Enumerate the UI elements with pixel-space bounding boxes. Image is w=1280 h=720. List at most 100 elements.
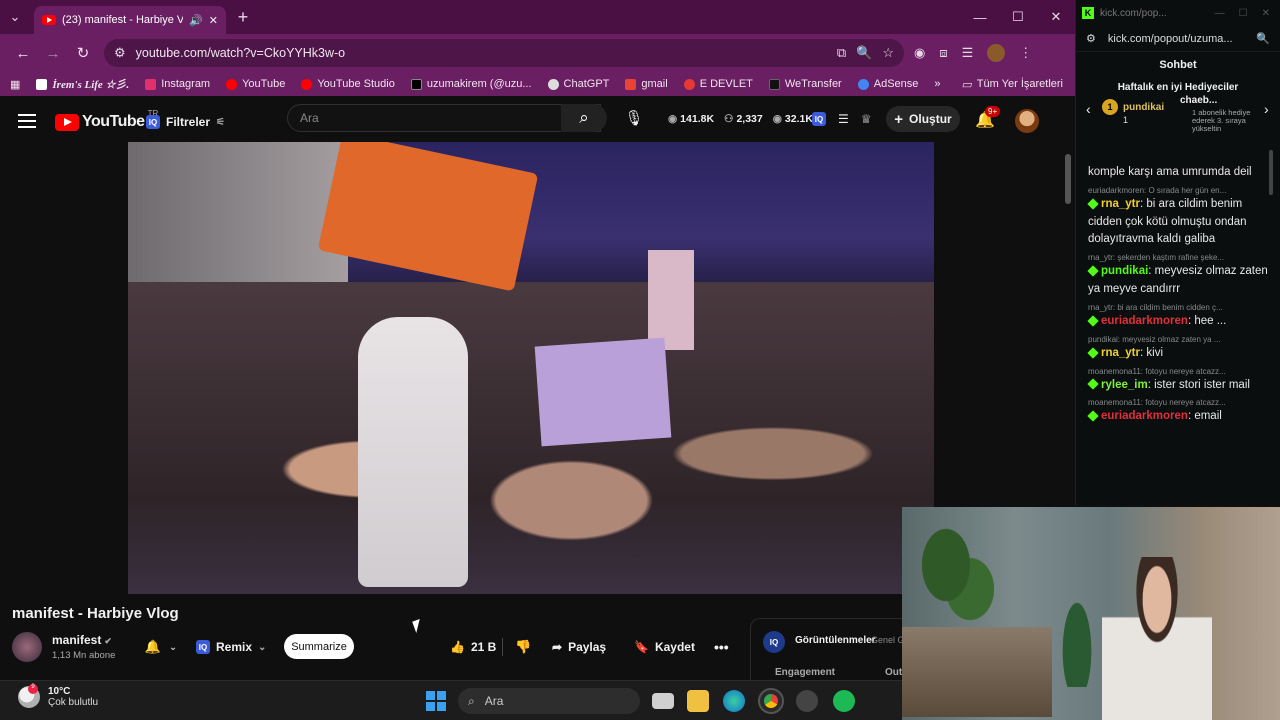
speaker-icon[interactable]: 🔊 xyxy=(189,14,203,27)
tab-search-icon[interactable]: ⌄ xyxy=(0,0,30,34)
search-input[interactable]: Ara xyxy=(287,104,601,132)
chat-username[interactable]: rna_ytr xyxy=(1101,198,1140,210)
webcam-christmas-tree xyxy=(1052,567,1102,687)
task-view-icon[interactable] xyxy=(652,693,674,709)
search-icon: ⌕ xyxy=(468,693,475,708)
youtube-logo[interactable]: YouTube TR xyxy=(55,109,158,131)
weather-temp: 10°C xyxy=(48,686,71,697)
scroll-thumb[interactable] xyxy=(1065,154,1071,204)
bookmark-edevlet[interactable]: E DEVLET xyxy=(683,78,753,90)
cast-icon[interactable]: ⧉ xyxy=(837,45,846,61)
video-crowd xyxy=(128,282,934,594)
chat-username[interactable]: pundikai xyxy=(1101,265,1148,277)
create-button[interactable]: + Oluştur xyxy=(886,106,960,132)
search-button[interactable]: ⌕ xyxy=(561,104,607,132)
url-field[interactable]: ⚙ youtube.com/watch?v=CkoYYHk3w-o ⧉ 🔍 ☆ xyxy=(104,39,904,67)
search-icon: ⌕ xyxy=(579,108,589,127)
bookmark-star-icon[interactable]: ☆ xyxy=(882,45,894,61)
channel-name[interactable]: manifest ✔ xyxy=(52,633,112,647)
more-actions-button[interactable]: ••• xyxy=(714,634,729,660)
minimize-icon[interactable]: — xyxy=(1215,8,1225,19)
like-button[interactable]: 👍 21 B xyxy=(442,640,502,654)
chat-scrollbar[interactable] xyxy=(1269,150,1273,195)
chat-username[interactable]: euriadarkmoren xyxy=(1101,315,1188,327)
voice-search-button[interactable]: 🎙 xyxy=(620,104,648,132)
spotify-icon[interactable] xyxy=(833,690,855,712)
bookmark-youtube-studio[interactable]: YouTube Studio xyxy=(301,78,395,90)
screenshot-extension-icon[interactable]: ◉ xyxy=(914,45,925,61)
filters-label: Filtreler xyxy=(166,115,211,129)
back-button[interactable]: ← xyxy=(8,38,38,68)
zoom-icon[interactable]: 🔍 xyxy=(856,45,872,61)
filters-button[interactable]: IQ Filtreler ⚟ xyxy=(146,110,225,134)
channel-avatar[interactable] xyxy=(12,632,42,662)
chat-text: : kivi xyxy=(1140,346,1163,359)
bookmark-tiktok[interactable]: uzumakirem (@uzu... xyxy=(410,78,532,90)
weather-description: Çok bulutlu xyxy=(48,697,99,708)
iq-badge-icon[interactable]: IQ xyxy=(812,112,826,126)
all-bookmarks-folder[interactable]: ▭ Tüm Yer İşaretleri xyxy=(961,78,1063,91)
dislike-button[interactable]: 👎 xyxy=(503,639,531,655)
kick-url-bar: ⚙ kick.com/popout/uzuma... 🔍 xyxy=(1076,26,1280,52)
kick-logo-icon: K xyxy=(1082,7,1094,19)
close-tab-icon[interactable]: ✕ xyxy=(209,14,218,27)
reading-list-icon[interactable]: ☰ xyxy=(962,45,974,61)
profile-avatar[interactable] xyxy=(987,44,1006,62)
apps-grid-icon[interactable]: ▦ xyxy=(10,78,20,91)
maximize-icon[interactable]: ☐ xyxy=(999,0,1037,34)
close-window-icon[interactable]: ✕ xyxy=(1037,0,1075,34)
new-tab-button[interactable]: + xyxy=(226,0,260,34)
forward-button[interactable]: → xyxy=(38,38,68,68)
remix-button[interactable]: IQ Remix ⌄ xyxy=(196,634,266,660)
zoom-icon[interactable]: 🔍 xyxy=(1256,32,1280,45)
share-button[interactable]: ➦ Paylaş xyxy=(552,634,606,660)
kick-chat-window: K kick.com/pop... — ☐ ✕ ⚙ kick.com/popou… xyxy=(1075,0,1280,505)
instagram-icon xyxy=(145,78,157,90)
chat-messages: komple karşı ama umrumda deil euriadarkmo… xyxy=(1087,164,1268,430)
site-settings-icon[interactable]: ⚙ xyxy=(1086,32,1096,45)
bookmark-chatgpt[interactable]: ChatGPT xyxy=(547,78,609,90)
bookmark-instagram[interactable]: Instagram xyxy=(145,78,210,90)
extensions-icon[interactable]: ⧈ xyxy=(939,45,947,61)
close-window-icon[interactable]: ✕ xyxy=(1262,8,1270,19)
menu-icon[interactable] xyxy=(18,114,36,128)
youtube-header: YouTube TR IQ Filtreler ⚟ Ara ⌕ 🎙 ◉ 141.8… xyxy=(0,96,1075,148)
bookmark-gmail[interactable]: gmail xyxy=(625,78,668,90)
chat-username[interactable]: rylee_im xyxy=(1101,379,1148,391)
chrome-icon[interactable] xyxy=(758,688,784,714)
microphone-icon: 🎙 xyxy=(624,110,644,127)
summarize-button[interactable]: Summarize xyxy=(284,634,354,659)
reply-preview: rna_ytr: bi ara cildim benim cidden ç... xyxy=(1088,302,1223,312)
subscription-bell-button[interactable]: 🔔 ⌄ xyxy=(135,634,187,660)
minimize-icon[interactable]: — xyxy=(961,0,999,34)
start-button[interactable] xyxy=(426,691,446,711)
obs-icon[interactable] xyxy=(796,690,818,712)
file-explorer-icon[interactable] xyxy=(687,690,709,712)
chat-username[interactable]: rna_ytr xyxy=(1101,347,1140,359)
notification-count: 9+ xyxy=(985,106,1001,117)
bookmark-wetransfer[interactable]: WeTransfer xyxy=(768,78,842,90)
site-info-icon[interactable]: ⚙ xyxy=(114,45,126,61)
bookmark-youtube[interactable]: YouTube xyxy=(226,78,285,90)
save-button[interactable]: 🔖 Kaydet xyxy=(634,634,695,660)
account-avatar[interactable] xyxy=(1015,109,1039,133)
edge-icon[interactable] xyxy=(723,690,745,712)
chevron-right-icon[interactable]: › xyxy=(1264,101,1269,117)
browser-menu-icon[interactable]: ⋮ xyxy=(1019,45,1032,61)
maximize-icon[interactable]: ☐ xyxy=(1239,8,1248,19)
bookmark-irems-life[interactable]: İrem's Life ☆彡. xyxy=(36,76,129,92)
tab-youtube[interactable]: (23) manifest - Harbiye Vlo 🔊 ✕ xyxy=(34,6,226,34)
weather-widget[interactable]: 9 10°C Çok bulutlu xyxy=(18,684,99,708)
tab-general[interactable]: Genel G xyxy=(871,635,905,645)
video-player[interactable] xyxy=(128,142,934,594)
taskbar-search[interactable]: ⌕ Ara xyxy=(458,688,640,714)
chat-username[interactable]: euriadarkmoren xyxy=(1101,410,1188,422)
reload-button[interactable]: ↻ xyxy=(68,38,98,68)
bookmark-adsense[interactable]: AdSense xyxy=(857,78,918,90)
bookmarks-overflow-button[interactable]: » xyxy=(934,78,940,90)
chevron-left-icon[interactable]: ‹ xyxy=(1086,101,1091,117)
trophy-icon[interactable]: ♕ xyxy=(861,112,872,126)
list-icon[interactable]: ☰ xyxy=(838,112,849,126)
tab-views[interactable]: Görüntülenmeler xyxy=(795,635,876,646)
chat-text: : ister stori ister mail xyxy=(1147,378,1250,391)
